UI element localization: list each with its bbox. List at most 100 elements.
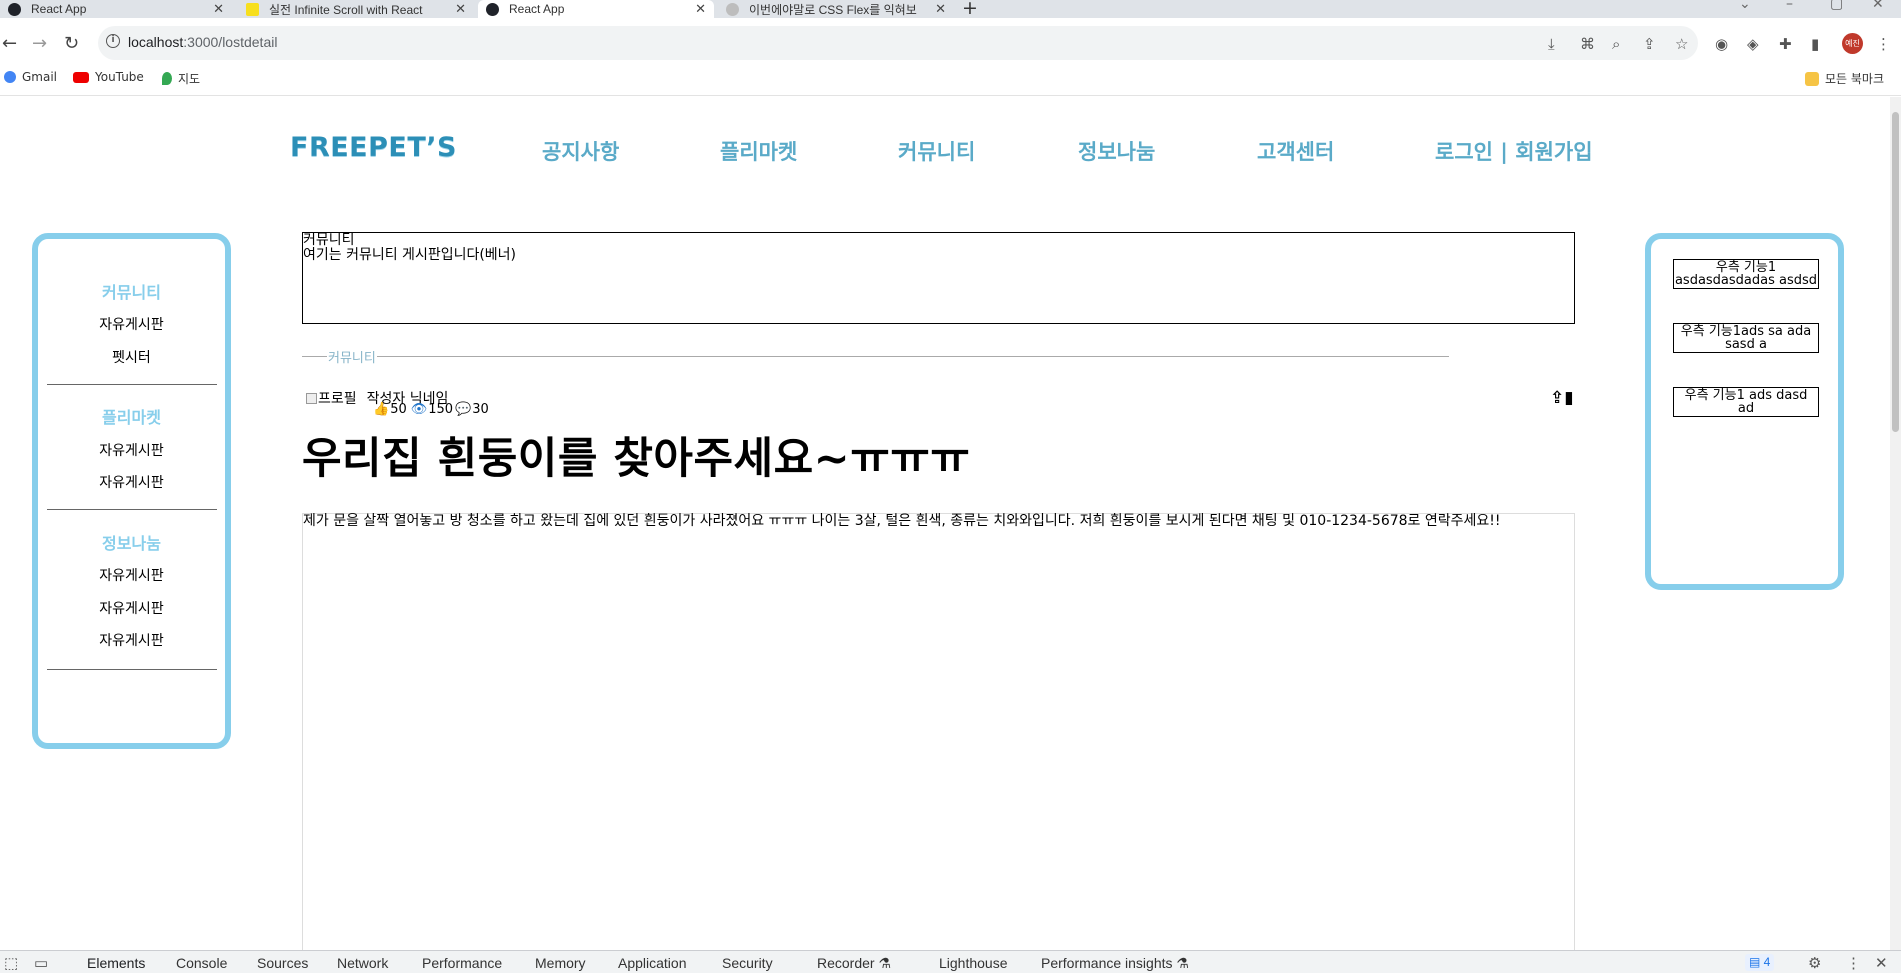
maps-pin-icon [162,72,172,85]
device-toolbar-icon[interactable]: ▭ [34,954,48,972]
devtools-tab-performance[interactable]: Performance [422,955,502,971]
window-close-icon[interactable]: ✕ [1872,0,1884,12]
react-icon [486,2,499,16]
browser-tab-active[interactable]: React App ✕ [478,0,714,18]
bookmark-maps[interactable]: 지도 [162,70,200,87]
left-sidebar: 커뮤니티 자유게시판 펫시터 플리마켓 자유게시판 자유게시판 정보나눔 자유게… [32,233,231,749]
close-icon[interactable]: ✕ [935,1,946,17]
devtools-tab-console[interactable]: Console [176,955,227,971]
browser-tab[interactable]: 이번에야말로 CSS Flex를 익혀보 ✕ [718,0,954,18]
profile-image[interactable]: 프로필 [306,388,357,408]
devtools-tab-recorder[interactable]: Recorder ⚗ [817,955,891,972]
nav-notice[interactable]: 공지사항 [542,136,619,166]
community-banner: 커뮤니티 여기는 커뮤니티 게시판입니다(베너) [302,232,1575,324]
folder-icon [1805,71,1819,86]
devtools-tab-security[interactable]: Security [722,955,773,971]
banner-text: 여기는 커뮤니티 게시판입니다(베너) [303,247,517,263]
close-devtools-icon[interactable]: ✕ [1875,954,1888,972]
devtools-tab-lighthouse[interactable]: Lighthouse [939,955,1008,971]
sidebar-item-free-board[interactable]: 자유게시판 [38,630,225,650]
browser-tab-title: React App [509,2,565,16]
nav-login-signup[interactable]: 로그인 | 회원가입 [1435,136,1593,166]
right-feature-box[interactable]: 우측 기능1 ads dasd ad [1673,387,1819,417]
bookmark-label: Gmail [22,70,58,84]
new-tab-button[interactable]: + [962,0,978,19]
browser-tab[interactable]: 실전 Infinite Scroll with React ✕ [238,0,474,18]
page-scrollbar[interactable] [1890,97,1901,950]
sidebar-divider [47,384,217,385]
google-icon [4,71,16,83]
comment-icon: 💬 [455,402,472,417]
browser-tab-title: 이번에야말로 CSS Flex를 익혀보 [749,2,917,17]
extension-icon[interactable]: ◈ [1747,35,1759,53]
all-bookmarks-label: 모든 북마크 [1825,72,1885,86]
minimize-icon[interactable]: – [1786,0,1793,12]
browser-tab-title: 실전 Infinite Scroll with React [269,2,423,17]
right-feature-box[interactable]: 우측 기능1 asdasdasdadas asdsd [1673,259,1819,289]
menu-icon[interactable]: ⋮ [1876,35,1891,53]
nav-fleamarket[interactable]: 플리마켓 [720,136,797,166]
sidebar-item-free-board[interactable]: 자유게시판 [38,440,225,460]
sidebar-item-free-board[interactable]: 자유게시판 [38,472,225,492]
bookmark-gmail[interactable]: Gmail [4,70,57,84]
more-options-icon[interactable]: ⋮ [1846,954,1861,972]
sidebar-title-community[interactable]: 커뮤니티 [38,279,225,303]
bookmark-label: 지도 [178,72,201,86]
breadcrumb-divider [302,356,1449,357]
extension-icon[interactable]: ◉ [1715,35,1728,53]
devtools-tab-network[interactable]: Network [337,955,388,971]
devtools-tab-memory[interactable]: Memory [535,955,586,971]
close-icon[interactable]: ✕ [695,1,706,17]
nav-info-share[interactable]: 정보나눔 [1078,136,1155,166]
share-bookmark-icon[interactable]: ⇪▮ [1550,388,1574,408]
site-logo[interactable]: FREEPET’S [290,132,457,163]
address-bar[interactable] [98,26,1698,60]
chat-icon: ▤ [1749,955,1764,969]
devtools-tab-application[interactable]: Application [618,955,687,971]
nav-community[interactable]: 커뮤니티 [898,136,975,166]
avatar[interactable]: 예진 [1842,33,1863,54]
youtube-icon [73,71,89,83]
share-icon[interactable]: ⇪ [1643,35,1656,53]
side-panel-icon[interactable]: ▮ [1811,35,1819,53]
browser-tab-title: React App [31,2,87,16]
url-text[interactable]: localhost:3000/lostdetail [128,34,277,50]
breadcrumb[interactable]: 커뮤니티 [327,347,377,366]
forward-icon[interactable]: → [32,33,47,54]
site-info-icon[interactable]: i [106,34,120,48]
close-icon[interactable]: ✕ [213,1,224,17]
post-title: 우리집 흰둥이를 찾아주세요~ㅠㅠㅠ [302,434,971,484]
translate-icon[interactable]: ⌘ [1580,35,1595,53]
sidebar-title-fleamarket[interactable]: 플리마켓 [38,404,225,428]
all-bookmarks[interactable]: 모든 북마크 [1805,70,1884,87]
tab-search-icon[interactable]: ⌄ [1739,0,1751,12]
devtools-tab-performance-insights[interactable]: Performance insights ⚗ [1041,955,1189,972]
site-icon [246,2,259,16]
close-icon[interactable]: ✕ [455,1,466,17]
back-icon[interactable]: ← [2,33,17,54]
sidebar-item-free-board[interactable]: 자유게시판 [38,598,225,618]
issues-badge[interactable]: ▤ 4 [1745,954,1775,971]
comment-count: 30 [472,402,489,417]
bookmark-youtube[interactable]: YouTube [73,70,144,84]
sidebar-item-petsitter[interactable]: 펫시터 [38,347,225,367]
browser-tab[interactable]: React App ✕ [0,0,232,18]
gear-icon[interactable]: ⚙ [1808,954,1821,972]
install-icon[interactable]: ⤓ [1548,35,1555,53]
nav-customer-center[interactable]: 고객센터 [1257,136,1334,166]
devtools-tab-elements[interactable]: Elements [87,955,145,971]
sidebar-item-free-board[interactable]: 자유게시판 [38,565,225,585]
reload-icon[interactable]: ↻ [64,33,79,54]
sidebar-title-info-share[interactable]: 정보나눔 [38,530,225,554]
inspect-element-icon[interactable]: ⬚ [4,954,18,972]
puzzle-icon[interactable]: ✚ [1779,35,1792,53]
post-body: 제가 문을 살짝 열어놓고 방 청소를 하고 왔는데 집에 있던 흰둥이가 사라… [302,513,1575,950]
right-feature-box[interactable]: 우측 기능1ads sa ada sasd a [1673,323,1819,353]
thumbs-up-icon[interactable]: 👍 [373,402,389,417]
maximize-icon[interactable]: ▢ [1830,0,1843,12]
zoom-icon[interactable]: ⌕ [1612,35,1620,53]
bookmark-star-icon[interactable]: ☆ [1675,35,1688,53]
devtools-tab-sources[interactable]: Sources [257,955,308,971]
sidebar-item-free-board[interactable]: 자유게시판 [38,314,225,334]
scrollbar-thumb[interactable] [1892,112,1899,432]
